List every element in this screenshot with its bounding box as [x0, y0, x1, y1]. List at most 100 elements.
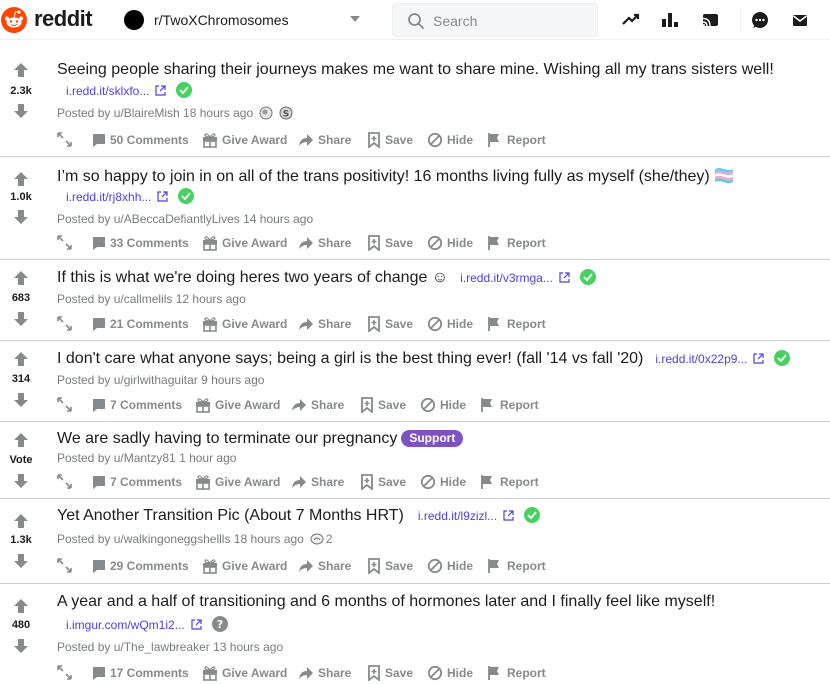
svg-text:?: ?: [217, 618, 223, 631]
trending-icon[interactable]: [620, 9, 642, 31]
share-icon: [292, 476, 306, 488]
post-card[interactable]: 314 I don't care what anyone says; being…: [0, 341, 830, 422]
expand-icon[interactable]: [57, 474, 72, 489]
svg-text:S: S: [283, 110, 289, 120]
post-card[interactable]: 1.3k Yet Another Transition Pic (About 7…: [0, 499, 830, 584]
rpan-icon[interactable]: [699, 9, 721, 31]
hide-icon: [427, 665, 443, 681]
flair-badge[interactable]: Support: [401, 430, 464, 447]
post-meta[interactable]: Posted by u/girlwithaguitar 9 hours ago: [57, 373, 264, 387]
downvote-icon[interactable]: [13, 209, 29, 225]
downvote-icon[interactable]: [13, 103, 29, 119]
upvote-icon[interactable]: [13, 62, 29, 78]
vote-score: 2.3k: [10, 85, 32, 97]
bookmark-icon: [361, 397, 373, 413]
post-meta[interactable]: Posted by u/callmelils 12 hours ago: [57, 292, 246, 306]
post-link[interactable]: i.redd.it/l9zizl...: [418, 509, 497, 523]
post-meta[interactable]: Posted by u/BlaireMish 18 hours ago: [57, 106, 253, 120]
expand-icon[interactable]: [57, 235, 72, 250]
post-card[interactable]: 2.3k Seeing people sharing their journey…: [0, 49, 830, 157]
share-icon: [299, 134, 313, 146]
search-input[interactable]: [433, 11, 583, 31]
post-link[interactable]: i.redd.it/sklxfo...: [66, 84, 149, 98]
expand-icon[interactable]: [57, 397, 72, 412]
post-link[interactable]: i.imgur.com/wQm1i2...: [66, 618, 185, 632]
reddit-wordmark[interactable]: reddit: [34, 6, 93, 32]
hide-icon: [427, 316, 443, 332]
external-link-icon: [191, 619, 202, 630]
post-title[interactable]: A year and a half of transitioning and 6…: [57, 593, 715, 610]
gift-icon: [203, 559, 217, 574]
post-title[interactable]: Seeing people sharing their journeys mak…: [57, 61, 774, 78]
mail-icon[interactable]: [789, 9, 811, 31]
hide-icon: [420, 397, 436, 413]
downvote-icon[interactable]: [13, 473, 29, 489]
comment-icon: [93, 560, 105, 573]
post-card[interactable]: 1.0k I’m so happy to join in on all of t…: [0, 157, 830, 260]
post-actions: 7 Comments Give Award Share Save Hide Re…: [57, 473, 817, 491]
post-title[interactable]: I don't care what anyone says; being a g…: [57, 350, 643, 367]
bookmark-icon: [368, 132, 380, 148]
flag-icon: [481, 475, 492, 489]
post-link[interactable]: i.redd.it/rj8xhh...: [66, 190, 151, 204]
leaderboard-icon[interactable]: [659, 9, 681, 31]
expand-icon[interactable]: [57, 132, 72, 147]
flag-icon: [488, 236, 499, 250]
expand-icon[interactable]: [57, 665, 72, 680]
post-card[interactable]: 683 If this is what we're doing heres tw…: [0, 260, 830, 341]
downvote-icon[interactable]: [13, 392, 29, 408]
post-card[interactable]: 480 A year and a half of transitioning a…: [0, 584, 830, 684]
post-title[interactable]: Yet Another Transition Pic (About 7 Mont…: [57, 507, 404, 524]
post-meta[interactable]: Posted by u/ABeccaDefiantlyLives 14 hour…: [57, 212, 313, 226]
comment-icon: [93, 399, 105, 412]
downvote-icon[interactable]: [13, 638, 29, 654]
vote-score: 1.3k: [10, 534, 32, 546]
check-circle-icon: [524, 507, 541, 523]
bookmark-icon: [368, 235, 380, 251]
external-link-icon: [503, 510, 514, 521]
post-actions: 50 Comments Give Award Share Save Hide R…: [57, 131, 817, 149]
post-link[interactable]: i.redd.it/v3rmga...: [460, 271, 553, 285]
award-icon: [259, 106, 273, 120]
post-meta[interactable]: Posted by u/The_lawbreaker 13 hours ago: [57, 640, 283, 654]
post-title[interactable]: We are sadly having to terminate our pre…: [57, 430, 397, 447]
upvote-icon[interactable]: [13, 351, 29, 367]
check-circle-icon: [176, 82, 193, 98]
header-divider: [740, 8, 741, 32]
post-title[interactable]: I’m so happy to join in on all of the tr…: [57, 168, 734, 185]
expand-icon[interactable]: [57, 316, 72, 331]
gift-icon: [203, 236, 217, 251]
vote-score: 1.0k: [10, 191, 32, 203]
comment-icon: [93, 237, 105, 250]
search-icon: [408, 13, 424, 29]
upvote-icon[interactable]: [13, 432, 29, 448]
check-circle-icon: [579, 269, 596, 285]
reddit-logo-icon[interactable]: [0, 6, 28, 34]
upvote-icon[interactable]: [13, 171, 29, 187]
post-actions: 21 Comments Give Award Share Save Hide R…: [57, 315, 817, 333]
downvote-icon[interactable]: [13, 553, 29, 569]
gift-icon: [203, 666, 217, 681]
silver-coin-icon: S: [279, 106, 293, 120]
check-circle-icon: [774, 350, 791, 366]
post-title[interactable]: If this is what we're doing heres two ye…: [57, 269, 448, 286]
search-box[interactable]: [392, 3, 598, 37]
upvote-icon[interactable]: [13, 598, 29, 614]
subreddit-switcher[interactable]: r/TwoXChromosomes: [116, 4, 374, 36]
comment-icon: [93, 476, 105, 489]
post-card[interactable]: Vote We are sadly having to terminate ou…: [0, 422, 830, 499]
expand-icon[interactable]: [57, 558, 72, 573]
upvote-icon[interactable]: [13, 513, 29, 529]
post-link[interactable]: i.redd.it/0x22p9...: [655, 352, 747, 366]
post-meta[interactable]: Posted by u/Mantzy81 1 hour ago: [57, 451, 236, 465]
chat-icon[interactable]: [749, 9, 771, 31]
vote-score: 480: [11, 619, 31, 631]
share-icon: [292, 399, 306, 411]
bookmark-icon: [368, 316, 380, 332]
share-icon: [299, 667, 313, 679]
flag-icon: [488, 559, 499, 573]
post-meta[interactable]: Posted by u/walkingoneggshellls 18 hours…: [57, 532, 304, 546]
upvote-icon[interactable]: [13, 270, 29, 286]
share-icon: [299, 560, 313, 572]
downvote-icon[interactable]: [13, 311, 29, 327]
